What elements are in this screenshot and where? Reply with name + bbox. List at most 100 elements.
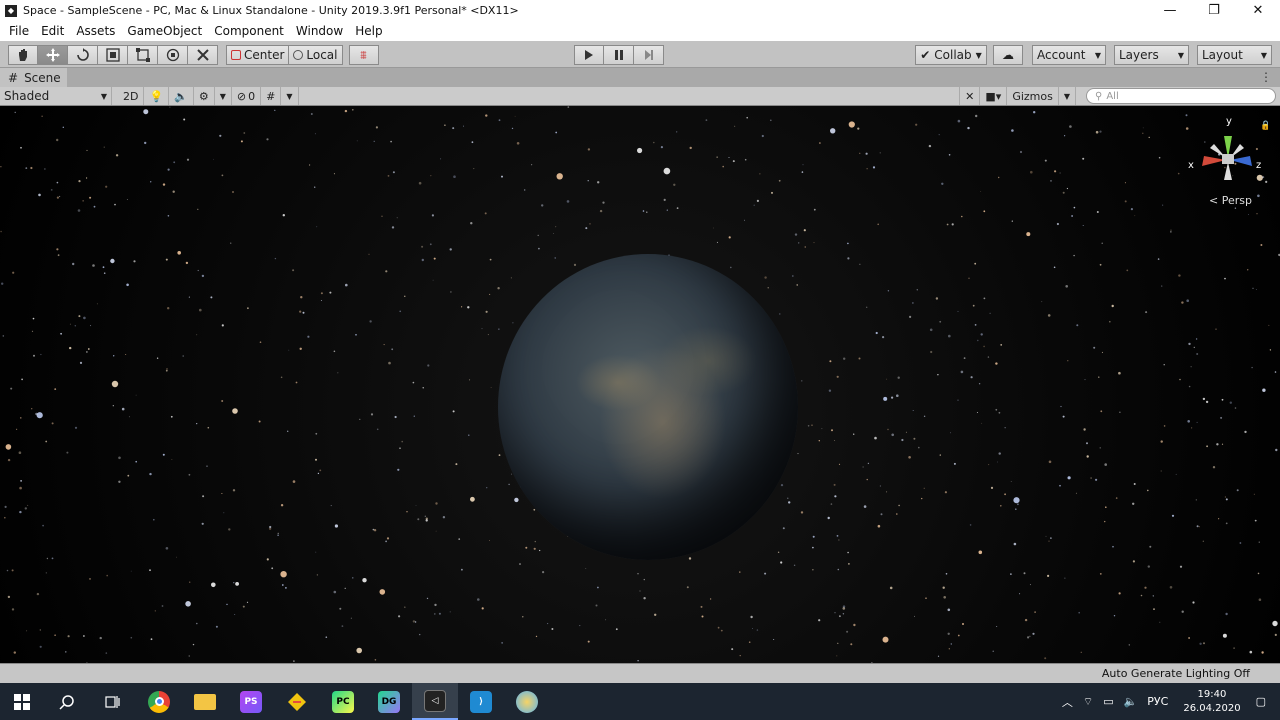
shading-mode-label: Shaded [4, 89, 50, 103]
layout-dropdown[interactable]: Layout ▼ [1197, 45, 1272, 65]
lighting-toggle-icon[interactable]: 💡 [144, 87, 170, 105]
chevron-up-icon[interactable]: ︿ [1062, 694, 1073, 710]
pycharm-app-icon[interactable]: PC [320, 683, 366, 720]
scene-tools-icon[interactable]: ✕ [959, 87, 981, 105]
star [51, 557, 54, 560]
grid-dropdown-icon[interactable]: ▼ [281, 87, 299, 105]
layers-dropdown[interactable]: Layers ▼ [1114, 45, 1189, 65]
hand-tool-icon[interactable] [8, 45, 38, 65]
git-app-icon[interactable] [274, 683, 320, 720]
battery-icon[interactable]: ▭ [1103, 695, 1113, 708]
star [836, 375, 839, 378]
close-button[interactable]: ✕ [1236, 0, 1280, 21]
star [553, 233, 554, 234]
rect-tool-icon[interactable] [128, 45, 158, 65]
projection-toggle[interactable]: < Persp [1209, 194, 1252, 207]
star [812, 546, 814, 549]
clock[interactable]: 19:40 26.04.2020 [1183, 688, 1240, 716]
effects-dropdown-icon[interactable]: ▼ [215, 87, 232, 105]
star [135, 460, 137, 463]
menu-component[interactable]: Component [208, 24, 290, 38]
volume-icon[interactable]: 🔈 [1124, 695, 1138, 708]
star [990, 486, 994, 489]
notification-icon[interactable]: ▢ [1256, 695, 1266, 708]
star [764, 572, 767, 575]
lighting-status[interactable]: Auto Generate Lighting Off [1102, 667, 1250, 680]
menu-help[interactable]: Help [349, 24, 388, 38]
snap-toggle-icon[interactable]: ⩩ [348, 45, 379, 65]
paint-app-icon[interactable] [504, 683, 550, 720]
star [19, 510, 22, 514]
menu-file[interactable]: File [3, 24, 35, 38]
pause-button[interactable] [604, 45, 634, 65]
hidden-objects-toggle[interactable]: ⊘ 0 [232, 87, 262, 105]
collab-dropdown[interactable]: ✔ Collab ▼ [915, 45, 987, 65]
search-taskbar-icon[interactable] [44, 683, 90, 720]
maximize-button[interactable]: ❐ [1192, 0, 1236, 21]
pivot-center-button[interactable]: Center [226, 45, 290, 65]
2d-toggle-button[interactable]: 2D [118, 87, 145, 105]
star [732, 160, 735, 163]
layout-dropdown-group: Layout ▼ [1197, 45, 1272, 65]
star [827, 516, 830, 520]
star [1170, 231, 1172, 233]
gizmos-chevron-icon[interactable]: ▼ [1059, 87, 1076, 105]
play-button[interactable] [574, 45, 604, 65]
lock-icon[interactable]: 🔒 [1260, 120, 1268, 131]
menu-window[interactable]: Window [290, 24, 349, 38]
star [943, 596, 946, 599]
star [834, 612, 836, 614]
tab-menu-icon[interactable]: ⋮ [1260, 70, 1272, 84]
tab-scene[interactable]: # Scene [0, 68, 67, 87]
phpstorm-app-icon[interactable]: PS [228, 683, 274, 720]
unity-app-icon[interactable]: ◁ [412, 683, 458, 720]
star [948, 154, 951, 156]
datagrip-app-icon[interactable]: DG [366, 683, 412, 720]
star [133, 260, 136, 263]
account-dropdown[interactable]: Account ▼ [1032, 45, 1106, 65]
custom-tool-icon[interactable] [188, 45, 218, 65]
step-button[interactable] [634, 45, 664, 65]
cloud-button[interactable]: ☁ [993, 45, 1023, 65]
star [953, 462, 956, 465]
menu-assets[interactable]: Assets [70, 24, 121, 38]
scene-viewport[interactable]: y x z 🔒 < Persp [0, 106, 1280, 663]
star [1054, 170, 1057, 173]
pivot-local-button[interactable]: Local [289, 45, 343, 65]
star [1236, 489, 1239, 492]
task-view-icon[interactable] [90, 683, 136, 720]
star [957, 310, 959, 312]
scale-tool-icon[interactable] [98, 45, 128, 65]
camera-icon[interactable]: ■▾ [980, 87, 1008, 105]
menu-gameobject[interactable]: GameObject [121, 24, 208, 38]
star [468, 434, 470, 436]
start-button[interactable] [0, 683, 44, 720]
rotate-tool-icon[interactable] [68, 45, 98, 65]
audio-toggle-icon[interactable]: 🔈 [169, 87, 194, 105]
star [998, 176, 1000, 179]
star [455, 463, 458, 466]
shading-mode-dropdown[interactable]: Shaded ▼ [0, 87, 112, 105]
wifi-icon[interactable]: ⌔ [1083, 695, 1093, 709]
gizmos-dropdown[interactable]: Gizmos [1007, 87, 1059, 105]
scene-search-input[interactable]: ⚲ All [1086, 88, 1276, 104]
star [1062, 415, 1065, 418]
move-tool-icon[interactable] [38, 45, 68, 65]
earth-planet[interactable] [498, 254, 798, 560]
vscode-app-icon[interactable]: ⟩ [458, 683, 504, 720]
star [320, 292, 323, 295]
grid-toggle-icon[interactable]: # [261, 87, 282, 105]
file-explorer-icon[interactable] [182, 683, 228, 720]
effects-toggle-icon[interactable]: ⚙ [194, 87, 215, 105]
star [787, 497, 789, 499]
star [87, 348, 90, 350]
menu-edit[interactable]: Edit [35, 24, 70, 38]
star [379, 589, 386, 595]
chevron-down-icon: ▼ [1094, 50, 1101, 60]
star [166, 368, 168, 370]
input-language[interactable]: РУС [1147, 695, 1168, 708]
star [847, 242, 849, 245]
chrome-app-icon[interactable] [136, 683, 182, 720]
minimize-button[interactable]: — [1148, 0, 1192, 21]
transform-tool-icon[interactable] [158, 45, 188, 65]
